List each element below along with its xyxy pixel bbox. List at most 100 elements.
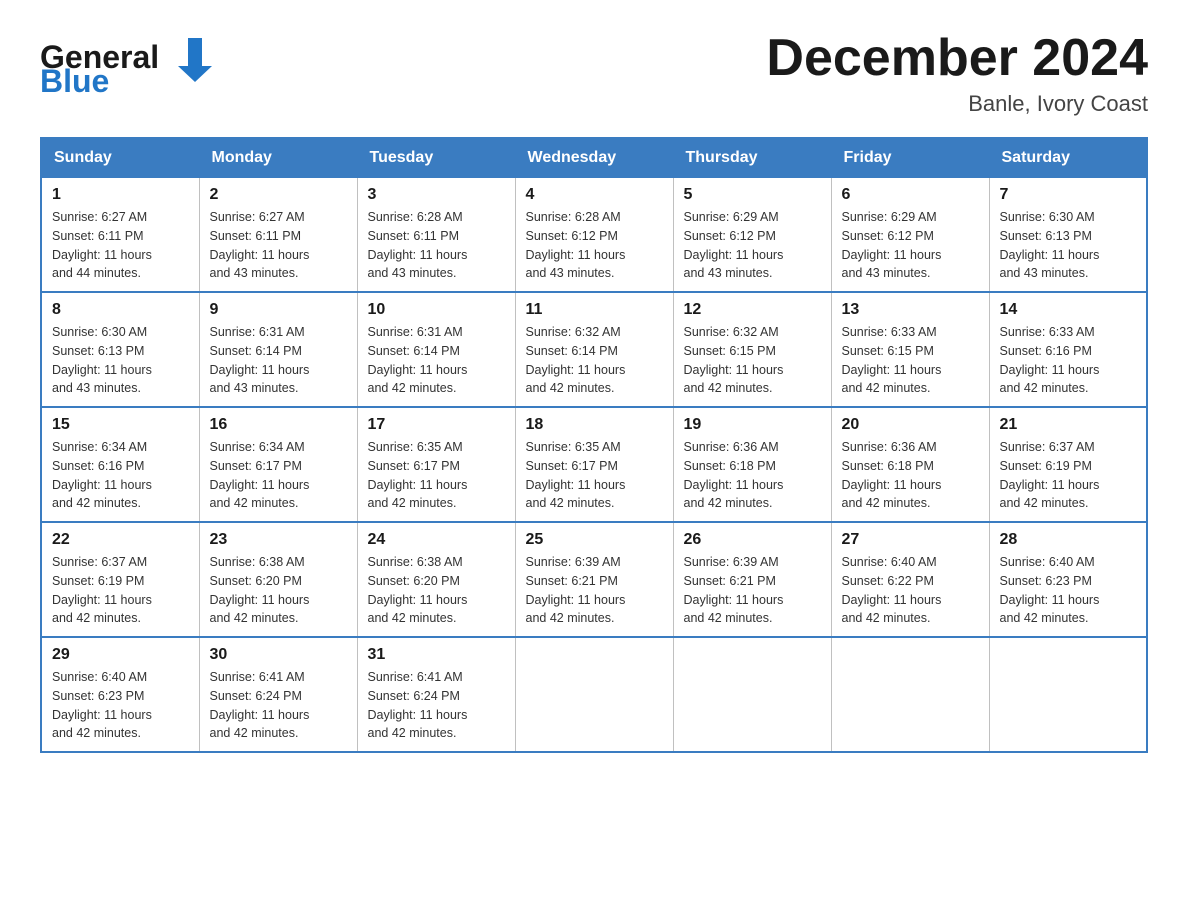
page-header: General Blue December 2024 Banle, Ivory … — [40, 30, 1148, 117]
table-row — [673, 637, 831, 752]
table-row: 31 Sunrise: 6:41 AMSunset: 6:24 PMDaylig… — [357, 637, 515, 752]
day-number: 22 — [52, 531, 189, 549]
table-row: 18 Sunrise: 6:35 AMSunset: 6:17 PMDaylig… — [515, 407, 673, 522]
day-number: 1 — [52, 186, 189, 204]
table-row: 20 Sunrise: 6:36 AMSunset: 6:18 PMDaylig… — [831, 407, 989, 522]
calendar-week-row: 8 Sunrise: 6:30 AMSunset: 6:13 PMDayligh… — [41, 292, 1147, 407]
day-info: Sunrise: 6:37 AMSunset: 6:19 PMDaylight:… — [52, 555, 152, 625]
table-row: 24 Sunrise: 6:38 AMSunset: 6:20 PMDaylig… — [357, 522, 515, 637]
table-row: 23 Sunrise: 6:38 AMSunset: 6:20 PMDaylig… — [199, 522, 357, 637]
day-info: Sunrise: 6:39 AMSunset: 6:21 PMDaylight:… — [684, 555, 784, 625]
day-info: Sunrise: 6:39 AMSunset: 6:21 PMDaylight:… — [526, 555, 626, 625]
day-info: Sunrise: 6:27 AMSunset: 6:11 PMDaylight:… — [52, 210, 152, 280]
day-number: 20 — [842, 416, 979, 434]
day-number: 18 — [526, 416, 663, 434]
day-number: 21 — [1000, 416, 1137, 434]
table-row: 21 Sunrise: 6:37 AMSunset: 6:19 PMDaylig… — [989, 407, 1147, 522]
table-row: 2 Sunrise: 6:27 AMSunset: 6:11 PMDayligh… — [199, 178, 357, 293]
table-row: 28 Sunrise: 6:40 AMSunset: 6:23 PMDaylig… — [989, 522, 1147, 637]
location-title: Banle, Ivory Coast — [766, 91, 1148, 117]
day-number: 3 — [368, 186, 505, 204]
day-info: Sunrise: 6:35 AMSunset: 6:17 PMDaylight:… — [526, 440, 626, 510]
day-number: 12 — [684, 301, 821, 319]
day-info: Sunrise: 6:30 AMSunset: 6:13 PMDaylight:… — [1000, 210, 1100, 280]
logo: General Blue — [40, 30, 220, 95]
logo-svg: General Blue — [40, 30, 220, 95]
calendar-week-row: 1 Sunrise: 6:27 AMSunset: 6:11 PMDayligh… — [41, 178, 1147, 293]
table-row: 7 Sunrise: 6:30 AMSunset: 6:13 PMDayligh… — [989, 178, 1147, 293]
table-row: 16 Sunrise: 6:34 AMSunset: 6:17 PMDaylig… — [199, 407, 357, 522]
day-number: 27 — [842, 531, 979, 549]
day-number: 6 — [842, 186, 979, 204]
table-row: 6 Sunrise: 6:29 AMSunset: 6:12 PMDayligh… — [831, 178, 989, 293]
table-row: 15 Sunrise: 6:34 AMSunset: 6:16 PMDaylig… — [41, 407, 199, 522]
header-wednesday: Wednesday — [515, 138, 673, 178]
table-row — [831, 637, 989, 752]
day-info: Sunrise: 6:40 AMSunset: 6:23 PMDaylight:… — [1000, 555, 1100, 625]
table-row: 3 Sunrise: 6:28 AMSunset: 6:11 PMDayligh… — [357, 178, 515, 293]
day-info: Sunrise: 6:29 AMSunset: 6:12 PMDaylight:… — [684, 210, 784, 280]
header-thursday: Thursday — [673, 138, 831, 178]
day-number: 19 — [684, 416, 821, 434]
day-number: 26 — [684, 531, 821, 549]
day-info: Sunrise: 6:38 AMSunset: 6:20 PMDaylight:… — [210, 555, 310, 625]
title-area: December 2024 Banle, Ivory Coast — [766, 30, 1148, 117]
day-number: 2 — [210, 186, 347, 204]
month-title: December 2024 — [766, 30, 1148, 87]
table-row: 17 Sunrise: 6:35 AMSunset: 6:17 PMDaylig… — [357, 407, 515, 522]
table-row: 8 Sunrise: 6:30 AMSunset: 6:13 PMDayligh… — [41, 292, 199, 407]
table-row: 30 Sunrise: 6:41 AMSunset: 6:24 PMDaylig… — [199, 637, 357, 752]
table-row: 13 Sunrise: 6:33 AMSunset: 6:15 PMDaylig… — [831, 292, 989, 407]
day-info: Sunrise: 6:36 AMSunset: 6:18 PMDaylight:… — [684, 440, 784, 510]
day-number: 4 — [526, 186, 663, 204]
day-number: 9 — [210, 301, 347, 319]
day-info: Sunrise: 6:32 AMSunset: 6:15 PMDaylight:… — [684, 325, 784, 395]
day-info: Sunrise: 6:40 AMSunset: 6:23 PMDaylight:… — [52, 670, 152, 740]
day-info: Sunrise: 6:27 AMSunset: 6:11 PMDaylight:… — [210, 210, 310, 280]
table-row: 11 Sunrise: 6:32 AMSunset: 6:14 PMDaylig… — [515, 292, 673, 407]
table-row: 4 Sunrise: 6:28 AMSunset: 6:12 PMDayligh… — [515, 178, 673, 293]
table-row: 29 Sunrise: 6:40 AMSunset: 6:23 PMDaylig… — [41, 637, 199, 752]
day-number: 10 — [368, 301, 505, 319]
day-info: Sunrise: 6:31 AMSunset: 6:14 PMDaylight:… — [368, 325, 468, 395]
day-info: Sunrise: 6:28 AMSunset: 6:11 PMDaylight:… — [368, 210, 468, 280]
day-number: 28 — [1000, 531, 1137, 549]
day-number: 16 — [210, 416, 347, 434]
day-number: 17 — [368, 416, 505, 434]
day-info: Sunrise: 6:41 AMSunset: 6:24 PMDaylight:… — [210, 670, 310, 740]
header-saturday: Saturday — [989, 138, 1147, 178]
day-info: Sunrise: 6:36 AMSunset: 6:18 PMDaylight:… — [842, 440, 942, 510]
table-row: 27 Sunrise: 6:40 AMSunset: 6:22 PMDaylig… — [831, 522, 989, 637]
day-info: Sunrise: 6:40 AMSunset: 6:22 PMDaylight:… — [842, 555, 942, 625]
calendar-week-row: 22 Sunrise: 6:37 AMSunset: 6:19 PMDaylig… — [41, 522, 1147, 637]
day-info: Sunrise: 6:28 AMSunset: 6:12 PMDaylight:… — [526, 210, 626, 280]
day-info: Sunrise: 6:35 AMSunset: 6:17 PMDaylight:… — [368, 440, 468, 510]
day-number: 24 — [368, 531, 505, 549]
day-info: Sunrise: 6:34 AMSunset: 6:17 PMDaylight:… — [210, 440, 310, 510]
day-number: 30 — [210, 646, 347, 664]
day-number: 11 — [526, 301, 663, 319]
day-number: 7 — [1000, 186, 1137, 204]
header-monday: Monday — [199, 138, 357, 178]
header-tuesday: Tuesday — [357, 138, 515, 178]
header-sunday: Sunday — [41, 138, 199, 178]
day-number: 23 — [210, 531, 347, 549]
day-number: 15 — [52, 416, 189, 434]
table-row: 14 Sunrise: 6:33 AMSunset: 6:16 PMDaylig… — [989, 292, 1147, 407]
table-row: 12 Sunrise: 6:32 AMSunset: 6:15 PMDaylig… — [673, 292, 831, 407]
day-number: 25 — [526, 531, 663, 549]
logo-icon: General Blue — [40, 30, 220, 95]
day-info: Sunrise: 6:38 AMSunset: 6:20 PMDaylight:… — [368, 555, 468, 625]
day-info: Sunrise: 6:29 AMSunset: 6:12 PMDaylight:… — [842, 210, 942, 280]
calendar-week-row: 29 Sunrise: 6:40 AMSunset: 6:23 PMDaylig… — [41, 637, 1147, 752]
day-info: Sunrise: 6:31 AMSunset: 6:14 PMDaylight:… — [210, 325, 310, 395]
day-info: Sunrise: 6:33 AMSunset: 6:16 PMDaylight:… — [1000, 325, 1100, 395]
day-info: Sunrise: 6:34 AMSunset: 6:16 PMDaylight:… — [52, 440, 152, 510]
day-info: Sunrise: 6:37 AMSunset: 6:19 PMDaylight:… — [1000, 440, 1100, 510]
table-row: 25 Sunrise: 6:39 AMSunset: 6:21 PMDaylig… — [515, 522, 673, 637]
table-row — [989, 637, 1147, 752]
day-number: 8 — [52, 301, 189, 319]
table-row: 1 Sunrise: 6:27 AMSunset: 6:11 PMDayligh… — [41, 178, 199, 293]
svg-text:Blue: Blue — [40, 63, 109, 95]
table-row: 19 Sunrise: 6:36 AMSunset: 6:18 PMDaylig… — [673, 407, 831, 522]
